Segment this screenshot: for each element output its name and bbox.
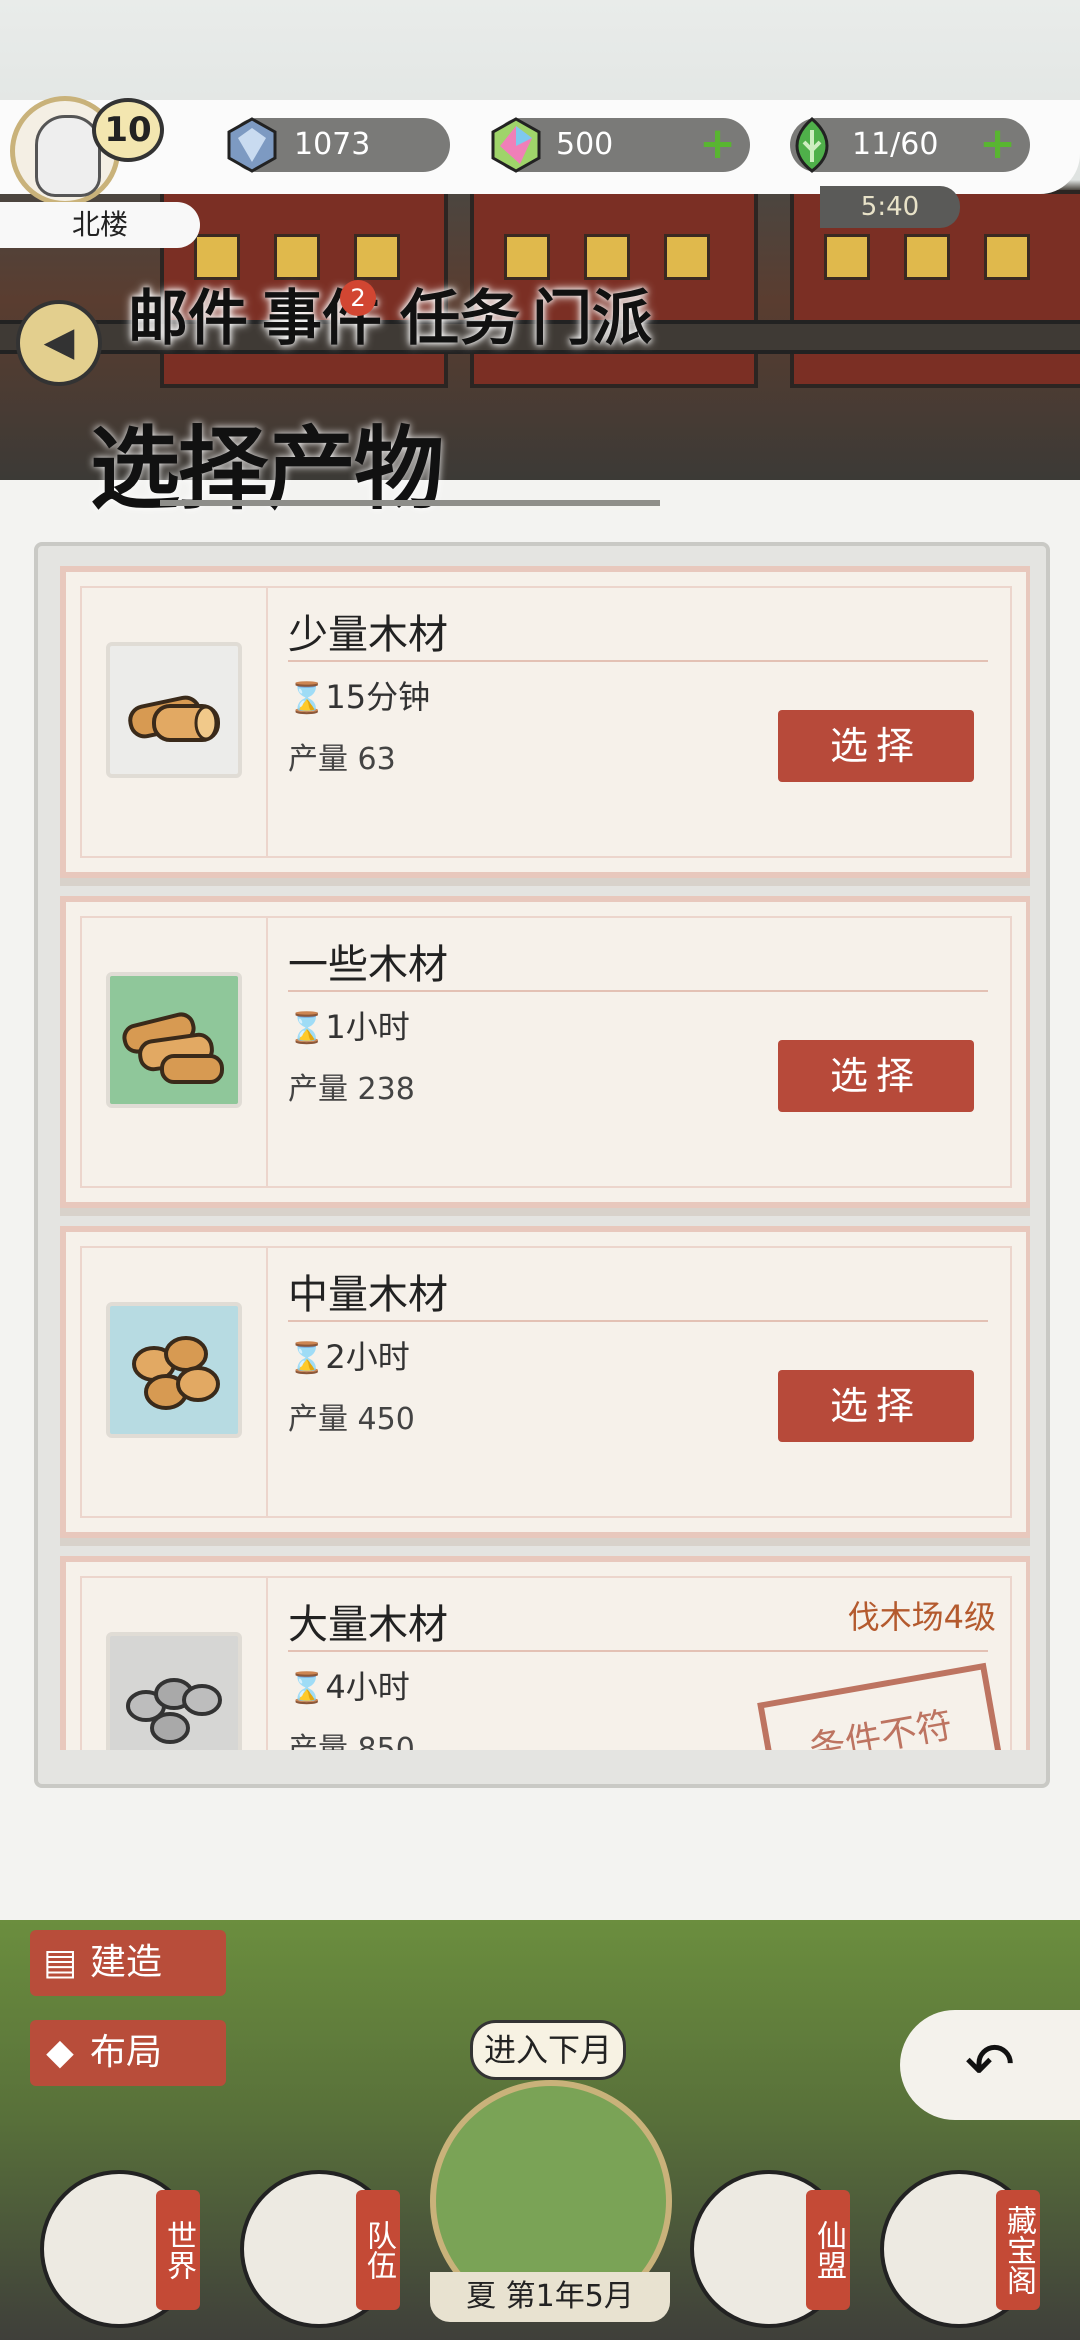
- nav-world[interactable]: 世界: [40, 2150, 200, 2330]
- small-wood-icon: [106, 642, 242, 778]
- product-card: 一些木材 ⌛1小时 产量 238 选择: [60, 896, 1030, 1208]
- rainbow-gem-value: 500: [556, 127, 614, 162]
- product-name: 中量木材: [288, 1272, 448, 1318]
- return-button[interactable]: ↶: [900, 2010, 1080, 2120]
- player-level: 10: [92, 98, 164, 162]
- rainbow-gem-icon: [491, 117, 541, 173]
- product-card: 少量木材 ⌛15分钟 产量 63 选择: [60, 566, 1030, 878]
- product-duration: ⌛4小时: [288, 1668, 410, 1706]
- resource-crystal[interactable]: 1073: [227, 117, 450, 173]
- player-name: 北楼: [0, 202, 200, 248]
- product-yield: 产量 850: [288, 1732, 415, 1750]
- back-arrow-button[interactable]: ◀: [16, 300, 102, 386]
- product-list[interactable]: 少量木材 ⌛15分钟 产量 63 选择 一些木材 ⌛1小时 产量 238 选择 …: [60, 566, 1030, 1750]
- build-icon: ▤: [42, 1942, 77, 1983]
- hourglass-icon: ⌛: [288, 1341, 326, 1376]
- product-card: 中量木材 ⌛2小时 产量 450 选择: [60, 1226, 1030, 1538]
- product-name: 一些木材: [288, 942, 448, 988]
- events-badge: 2: [340, 280, 376, 316]
- product-yield: 产量 63: [288, 742, 396, 777]
- tab-sect[interactable]: 门派: [532, 270, 662, 380]
- hourglass-icon: ⌛: [288, 1011, 326, 1046]
- product-duration: ⌛1小时: [288, 1008, 410, 1046]
- layout-button[interactable]: ◆ 布局: [30, 2020, 226, 2086]
- title-underline: [160, 500, 660, 506]
- medium-wood-icon: [106, 1302, 242, 1438]
- build-button[interactable]: ▤ 建造: [30, 1930, 226, 1996]
- requirement-label: 伐木场4级: [847, 1598, 996, 1636]
- product-card: 大量木材 伐木场4级 ⌛4小时 产量 850 条件不符: [60, 1556, 1030, 1750]
- select-button[interactable]: 选择: [778, 710, 974, 782]
- product-duration: ⌛15分钟: [288, 678, 431, 716]
- resource-rainbow-gem[interactable]: 500 +: [491, 117, 750, 173]
- layout-icon: ◆: [46, 2032, 74, 2073]
- hourglass-icon: ⌛: [288, 681, 326, 716]
- page-title: 选择产物: [90, 416, 444, 522]
- product-yield: 产量 238: [288, 1072, 415, 1107]
- nav-alliance[interactable]: 仙盟: [690, 2150, 850, 2330]
- select-button[interactable]: 选择: [778, 1370, 974, 1442]
- return-arrow-icon: ↶: [964, 2030, 1016, 2100]
- product-yield: 产量 450: [288, 1402, 415, 1437]
- season-date: 夏 第1年5月: [430, 2272, 670, 2322]
- add-jade-icon[interactable]: +: [979, 122, 1016, 166]
- leaf-jade-icon: [795, 117, 829, 173]
- crystal-icon: [227, 117, 277, 173]
- crystal-value: 1073: [294, 127, 371, 162]
- tab-tasks[interactable]: 任务: [400, 270, 530, 380]
- hourglass-icon: ⌛: [288, 1671, 326, 1706]
- nav-team[interactable]: 队伍: [240, 2150, 400, 2330]
- some-wood-icon: [106, 972, 242, 1108]
- resource-jade[interactable]: 11/60 +: [790, 117, 1030, 173]
- add-rainbow-gem-icon[interactable]: +: [699, 122, 736, 166]
- select-button[interactable]: 选择: [778, 1040, 974, 1112]
- energy-timer: 5:40: [820, 186, 960, 228]
- next-month-button[interactable]: 进入下月: [470, 2020, 626, 2080]
- left-triangle-icon: ◀: [43, 319, 75, 365]
- product-duration: ⌛2小时: [288, 1338, 410, 1376]
- product-name: 大量木材: [288, 1602, 448, 1648]
- large-wood-icon: [106, 1632, 242, 1750]
- nav-treasure[interactable]: 藏宝阁: [880, 2150, 1040, 2330]
- jade-value: 11/60: [852, 127, 939, 162]
- product-name: 少量木材: [288, 612, 448, 658]
- tab-mail[interactable]: 邮件: [128, 270, 258, 380]
